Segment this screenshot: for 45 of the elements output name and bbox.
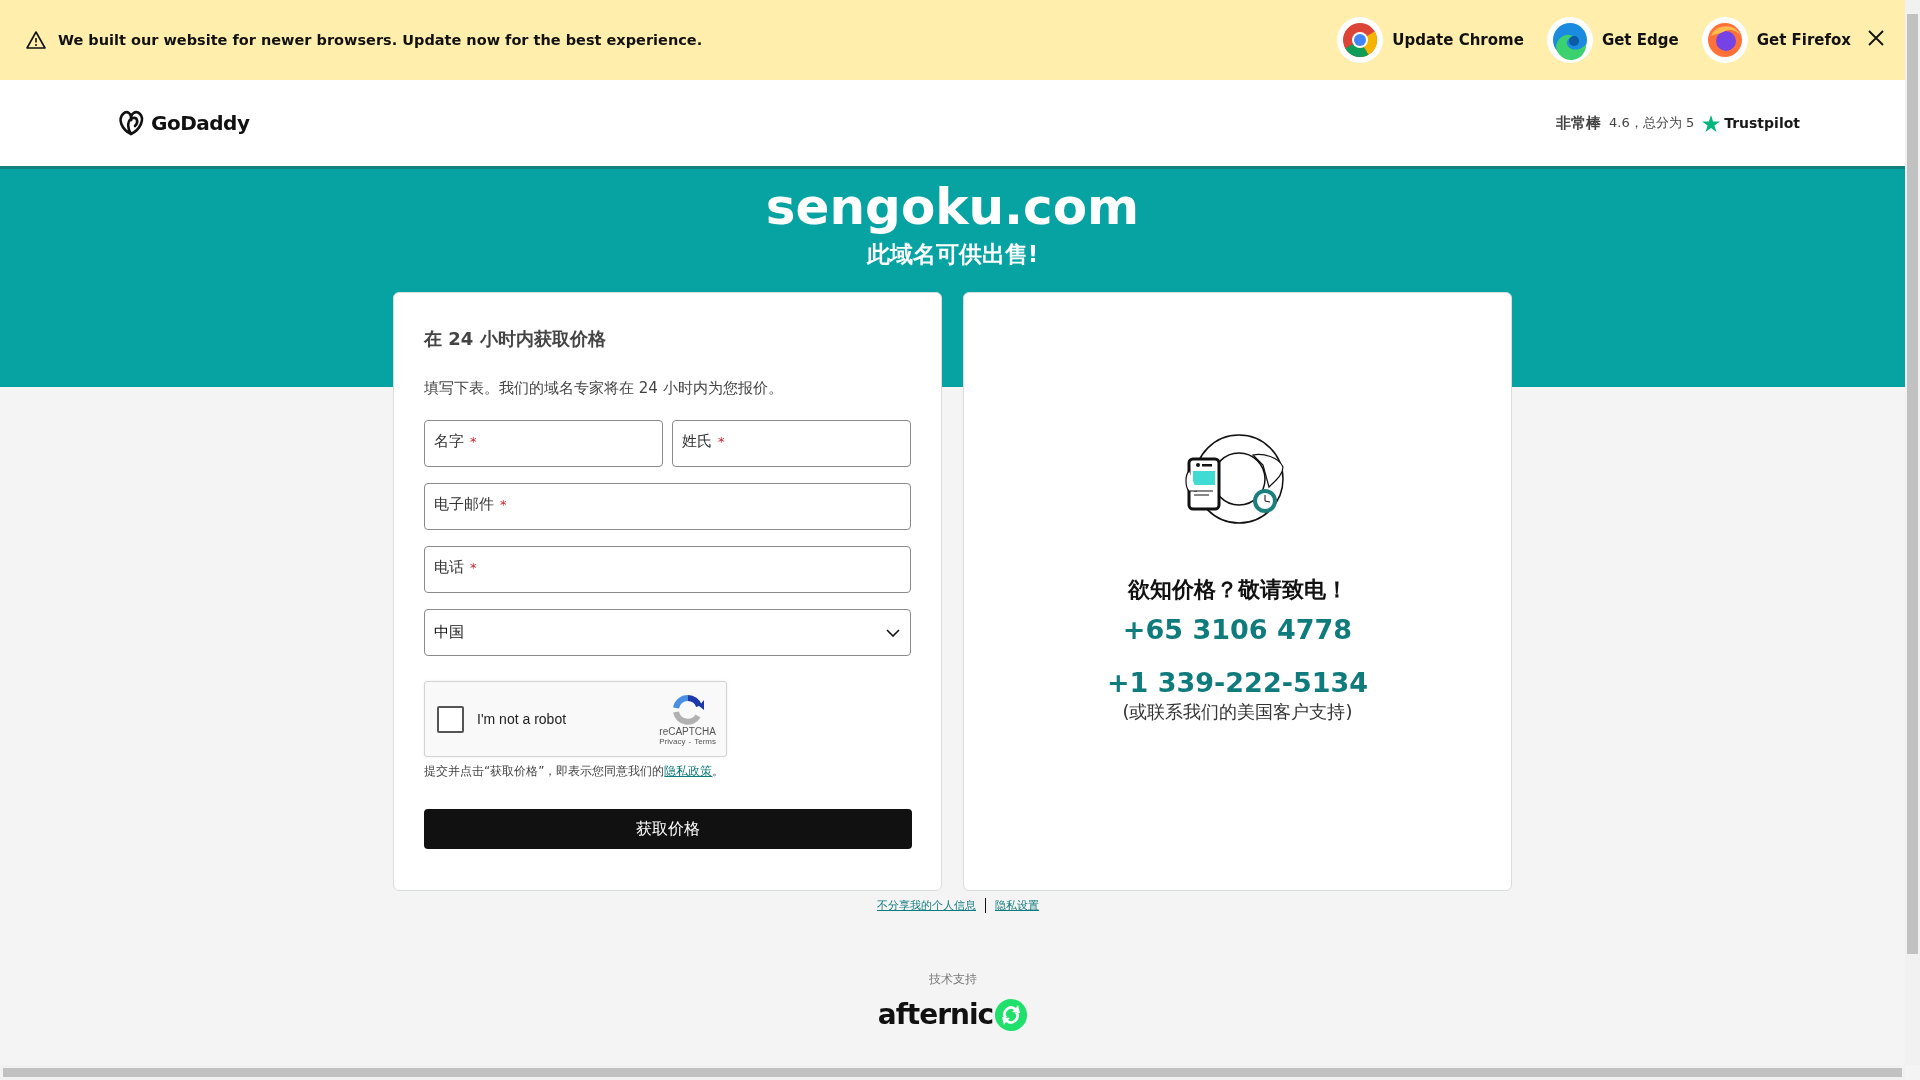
star-icon: [1702, 114, 1721, 132]
captcha-checkbox[interactable]: [437, 705, 464, 733]
afternic-logo-icon: [995, 998, 1028, 1031]
input-field[interactable]: 电子邮件 *: [424, 483, 911, 530]
call-heading: 欲知价格？敬请致电！: [1127, 576, 1348, 604]
footer-link[interactable]: 不分享我的个人信息: [877, 898, 976, 913]
chevron-down-icon: [886, 628, 900, 637]
browser-download-link[interactable]: Get Edge: [1545, 16, 1679, 64]
captcha-label: I'm not a robot: [477, 711, 568, 727]
powered-by-label: 技术支持: [928, 971, 977, 988]
consent-text: 提交并点击“获取价格”，即表示您同意我们的隐私政策。: [424, 763, 726, 780]
close-icon: [1867, 29, 1885, 47]
afternic-wordmark: afternic: [877, 998, 994, 1031]
input-field[interactable]: 电话 *: [424, 546, 911, 593]
footer-link[interactable]: 隐私设置: [995, 898, 1039, 913]
browser-download-link[interactable]: Update Chrome: [1336, 16, 1524, 64]
phone-number-link[interactable]: +1 339-222-5134: [1106, 669, 1369, 696]
recaptcha-brand: reCAPTCHA: [659, 726, 716, 737]
rating-word: 非常棒: [1556, 113, 1602, 133]
horizontal-scrollbar[interactable]: [0, 1065, 1905, 1080]
rating-score: 4.6，总分为 5: [1609, 114, 1695, 132]
phone-number-link[interactable]: +65 3106 4778: [1122, 614, 1353, 645]
terms-link[interactable]: Terms: [694, 737, 716, 746]
privacy-policy-link[interactable]: 隐私政策: [664, 764, 713, 778]
banner-message: We built our website for newer browsers. Update now for the best experience.: [58, 32, 703, 48]
input-field[interactable]: 姓氏 *: [672, 420, 911, 467]
privacy-link[interactable]: Privacy: [659, 737, 686, 746]
heart-logo-icon: [116, 109, 146, 137]
link-separator: -: [688, 737, 692, 746]
get-price-button[interactable]: 获取价格: [424, 809, 912, 849]
trustpilot-wordmark[interactable]: Trustpilot: [1724, 115, 1800, 131]
close-button[interactable]: [1867, 29, 1885, 47]
form-title: 在 24 小时内获取价格: [424, 327, 607, 351]
domain-name: sengoku.com: [765, 180, 1140, 235]
for-sale-subtitle: 此域名可供出售!: [866, 240, 1039, 269]
logo-wordmark[interactable]: GoDaddy: [151, 111, 250, 135]
firefox-logo-icon: [1700, 16, 1749, 64]
form-intro: 填写下表。我们的域名专家将在 24 小时内为您报价。: [424, 379, 784, 398]
country-dropdown[interactable]: 中国: [424, 609, 911, 656]
edge-logo-icon: [1545, 16, 1594, 64]
input-field[interactable]: 名字 *: [424, 420, 663, 467]
support-note: (或联系我们的美国客户支持): [1122, 700, 1353, 724]
browser-download-link[interactable]: Get Firefox: [1700, 16, 1851, 64]
chrome-logo-icon: [1336, 16, 1385, 64]
warning-icon: [26, 30, 46, 50]
